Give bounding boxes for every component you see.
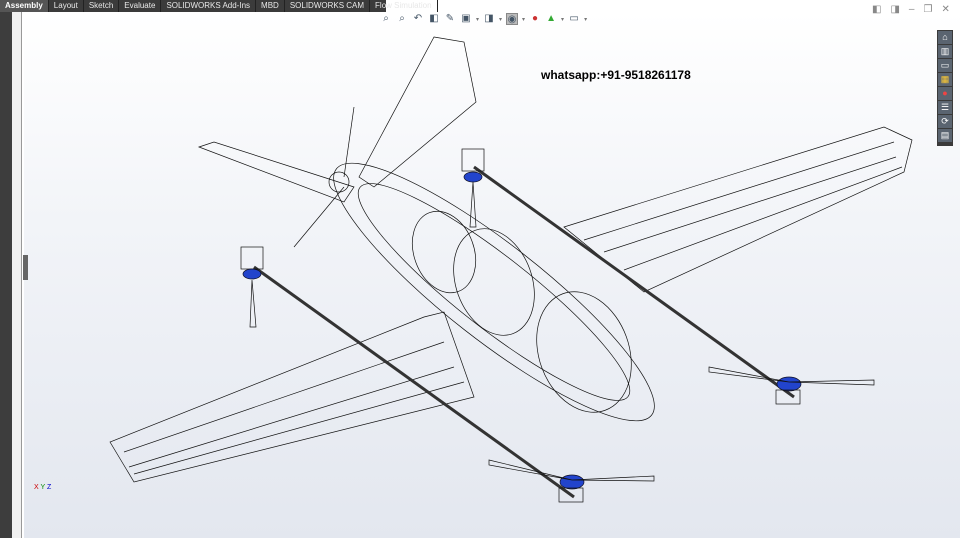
feature-manager-panel[interactable]	[0, 12, 12, 538]
heads-up-view-toolbar: ⌕ ⌕ ↶ ◧ ✎ ▣ ▾ ◨ ▾ ◉ ▾ ● ▲ ▾ ▭ ▾	[380, 13, 587, 25]
tile-left-icon[interactable]: ◧	[872, 4, 881, 15]
horizontal-stabilizer	[197, 141, 355, 203]
appearances-icon[interactable]: ●	[938, 87, 952, 100]
left-wing	[109, 311, 475, 483]
tile-right-icon[interactable]: ◨	[890, 4, 899, 15]
home-icon[interactable]: ⌂	[938, 31, 952, 44]
design-library-icon[interactable]: ▥	[938, 45, 952, 58]
tab-addins[interactable]: SOLIDWORKS Add-Ins	[161, 0, 257, 12]
triad-y: Y	[40, 484, 46, 491]
view-palette-icon[interactable]: ▦	[938, 73, 952, 86]
display-style-icon[interactable]: ◨	[483, 13, 495, 25]
task-pane: ⌂ ▥ ▭ ▦ ● ☰ ⟳ ▤	[937, 30, 953, 146]
vertical-stabilizer	[358, 36, 477, 188]
tab-layout[interactable]: Layout	[49, 0, 84, 12]
watermark-text: whatsapp:+91-9518261178	[541, 68, 691, 82]
custom-properties-icon[interactable]: ☰	[938, 101, 952, 114]
edit-appearance-icon[interactable]: ●	[529, 13, 541, 25]
view-orientation-icon[interactable]: ▣	[460, 13, 472, 25]
previous-view-icon[interactable]: ↶	[412, 13, 424, 25]
triad-z: Z	[47, 484, 52, 491]
feature-tree[interactable]	[12, 12, 22, 538]
zoom-to-area-icon[interactable]: ⌕	[396, 13, 408, 25]
tab-mbd[interactable]: MBD	[256, 0, 285, 12]
command-manager-tabs: Assembly Layout Sketch Evaluate SOLIDWOR…	[0, 0, 438, 12]
apply-scene-icon[interactable]: ▲	[545, 13, 557, 25]
rotor-rear-right	[708, 366, 875, 405]
tab-cam[interactable]: SOLIDWORKS CAM	[285, 0, 371, 12]
solidworks-forum-icon[interactable]: ⟳	[938, 115, 952, 128]
reference-triad: X Y Z	[34, 484, 51, 491]
tab-evaluate[interactable]: Evaluate	[119, 0, 162, 12]
view-settings-icon[interactable]: ▭	[568, 13, 580, 25]
dynamic-annotation-icon[interactable]: ✎	[444, 13, 456, 25]
zoom-to-fit-icon[interactable]: ⌕	[380, 13, 392, 25]
aircraft-wireframe-model[interactable]	[24, 12, 960, 538]
left-boom	[253, 265, 575, 499]
tab-assembly[interactable]: Assembly	[0, 0, 49, 12]
section-view-icon[interactable]: ◧	[428, 13, 440, 25]
tab-sketch[interactable]: Sketch	[84, 0, 120, 12]
close-icon[interactable]: ✕	[941, 4, 949, 15]
file-explorer-icon[interactable]: ▭	[938, 59, 952, 72]
right-wing	[563, 126, 913, 293]
rotor-front-right	[461, 148, 485, 228]
restore-icon[interactable]: ❐	[923, 4, 932, 15]
minimize-icon[interactable]: –	[909, 4, 915, 15]
tab-flow-simulation[interactable]: Flow Simulation	[370, 0, 438, 12]
window-controls: ◧ ◨ – ❐ ✕	[872, 4, 950, 15]
hide-show-items-icon[interactable]: ◉	[506, 13, 519, 25]
triad-x: X	[34, 484, 39, 491]
rotor-front-left	[240, 246, 264, 328]
toolbox-icon[interactable]: ▤	[938, 129, 952, 142]
